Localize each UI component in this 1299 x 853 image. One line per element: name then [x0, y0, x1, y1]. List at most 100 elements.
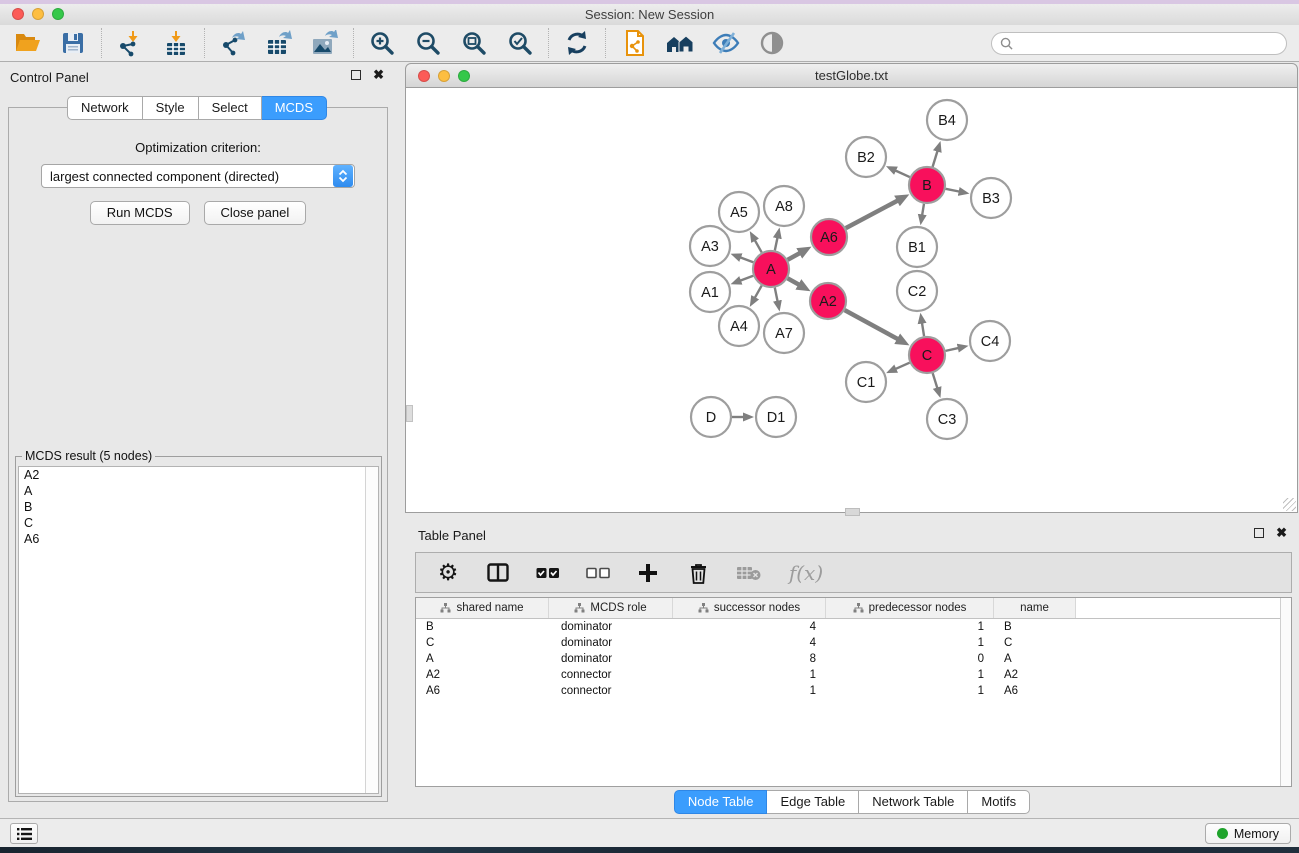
tab-select[interactable]: Select — [199, 96, 262, 120]
table-cell[interactable]: A — [994, 653, 1076, 665]
bottom-splitter-grip[interactable] — [845, 508, 860, 516]
apply-layout-icon[interactable] — [562, 29, 592, 57]
table-cell[interactable]: A2 — [994, 669, 1076, 681]
export-table-icon[interactable] — [264, 29, 294, 57]
search-field[interactable] — [991, 32, 1287, 55]
graph-edge-A-A4[interactable] — [755, 286, 762, 299]
graph-node-A5[interactable]: A5 — [719, 192, 759, 232]
graph-node-D[interactable]: D — [691, 397, 731, 437]
graph-edge-B-B1[interactable] — [922, 204, 924, 216]
table-cell[interactable]: A2 — [416, 669, 549, 681]
table-cell[interactable]: 1 — [673, 685, 826, 697]
node-table[interactable]: shared nameMCDS rolesuccessor nodesprede… — [415, 597, 1292, 787]
mcds-result-item[interactable]: A6 — [19, 531, 378, 547]
tab-node-table[interactable]: Node Table — [674, 790, 768, 814]
open-session-icon[interactable] — [12, 29, 42, 57]
graph-node-B3[interactable]: B3 — [971, 178, 1011, 218]
zoom-out-icon[interactable] — [413, 29, 443, 57]
graph-node-A[interactable]: A — [753, 251, 789, 287]
table-cell[interactable]: 1 — [673, 669, 826, 681]
network-canvas[interactable]: B4B2BB3A8A5A6A3B1AA1C2A2A4A7C4CC1C3DD1 — [405, 88, 1298, 513]
table-cell[interactable]: 8 — [673, 653, 826, 665]
graph-edge-C-C4[interactable] — [946, 348, 959, 351]
task-history-button[interactable] — [10, 823, 38, 844]
graph-node-C2[interactable]: C2 — [897, 271, 937, 311]
graph-edge-A-A1[interactable] — [740, 276, 753, 281]
zoom-selected-icon[interactable] — [505, 29, 535, 57]
table-cell[interactable]: A6 — [994, 685, 1076, 697]
export-network-icon[interactable] — [218, 29, 248, 57]
table-options-icon[interactable]: ⚙ — [435, 560, 461, 586]
table-cell[interactable]: connector — [549, 669, 673, 681]
mcds-result-list[interactable]: A2ABCA6 — [18, 466, 379, 794]
mcds-result-item[interactable]: B — [19, 499, 378, 515]
graph-edge-A-A5[interactable] — [755, 240, 762, 253]
graph-node-C4[interactable]: C4 — [970, 321, 1010, 361]
import-network-icon[interactable] — [115, 29, 145, 57]
tab-network-table[interactable]: Network Table — [859, 790, 968, 814]
show-panel-icon[interactable] — [757, 29, 787, 57]
create-column-icon[interactable] — [635, 560, 661, 586]
graph-node-B1[interactable]: B1 — [897, 227, 937, 267]
zoom-window-button[interactable] — [52, 8, 64, 20]
mcds-result-item[interactable]: C — [19, 515, 378, 531]
table-row[interactable]: A2connector11A2 — [416, 667, 1291, 683]
graph-node-B4[interactable]: B4 — [927, 100, 967, 140]
tab-edge-table[interactable]: Edge Table — [767, 790, 859, 814]
column-header-MCDS-role[interactable]: MCDS role — [549, 598, 673, 618]
graph-node-C1[interactable]: C1 — [846, 362, 886, 402]
graph-node-A2[interactable]: A2 — [810, 283, 846, 319]
float-table-panel-icon[interactable] — [1254, 528, 1264, 538]
tab-network[interactable]: Network — [67, 96, 143, 120]
table-cell[interactable]: B — [994, 621, 1076, 633]
table-cell[interactable]: A6 — [416, 685, 549, 697]
criterion-select[interactable]: largest connected component (directed) — [41, 164, 355, 188]
import-table-icon[interactable] — [161, 29, 191, 57]
minimize-window-button[interactable] — [32, 8, 44, 20]
close-panel-button[interactable]: Close panel — [204, 201, 307, 225]
function-builder-icon[interactable]: f(x) — [785, 560, 827, 586]
graph-node-A1[interactable]: A1 — [690, 272, 730, 312]
graph-node-A8[interactable]: A8 — [764, 186, 804, 226]
clone-network-icon[interactable] — [619, 29, 649, 57]
tab-style[interactable]: Style — [143, 96, 199, 120]
deselect-all-icon[interactable] — [585, 560, 611, 586]
table-cell[interactable]: 4 — [673, 637, 826, 649]
graph-node-A6[interactable]: A6 — [811, 219, 847, 255]
table-cell[interactable]: C — [994, 637, 1076, 649]
graph-node-B2[interactable]: B2 — [846, 137, 886, 177]
hide-panel-icon[interactable] — [711, 29, 741, 57]
table-row[interactable]: A6connector11A6 — [416, 683, 1291, 699]
left-splitter-grip[interactable] — [406, 405, 413, 422]
mcds-result-item[interactable]: A — [19, 483, 378, 499]
column-header-predecessor-nodes[interactable]: predecessor nodes — [826, 598, 994, 618]
close-panel-icon[interactable]: ✖ — [373, 70, 384, 80]
table-cell[interactable]: C — [416, 637, 549, 649]
tab-mcds[interactable]: MCDS — [262, 96, 327, 120]
table-cell[interactable]: dominator — [549, 653, 673, 665]
tab-motifs[interactable]: Motifs — [968, 790, 1030, 814]
table-cell[interactable]: 1 — [826, 669, 994, 681]
graph-edge-C-C1[interactable] — [895, 363, 909, 369]
network-window-titlebar[interactable]: testGlobe.txt — [405, 63, 1298, 88]
table-cell[interactable]: 0 — [826, 653, 994, 665]
show-columns-icon[interactable] — [485, 560, 511, 586]
delete-table-icon[interactable] — [735, 560, 761, 586]
table-cell[interactable]: A — [416, 653, 549, 665]
column-header-successor-nodes[interactable]: successor nodes — [673, 598, 826, 618]
table-cell[interactable]: dominator — [549, 621, 673, 633]
save-session-icon[interactable] — [58, 29, 88, 57]
table-cell[interactable]: 1 — [826, 685, 994, 697]
graph-edge-A2-C[interactable] — [845, 310, 898, 339]
table-scrollbar[interactable] — [1280, 598, 1291, 786]
float-panel-icon[interactable] — [351, 70, 361, 80]
graph-node-B[interactable]: B — [909, 167, 945, 203]
select-all-icon[interactable] — [535, 560, 561, 586]
graph-edge-C-C3[interactable] — [933, 373, 938, 388]
export-image-icon[interactable] — [310, 29, 340, 57]
graph-edge-A6-B[interactable] — [846, 200, 898, 228]
column-header-name[interactable]: name — [994, 598, 1076, 618]
graph-edge-A-A7[interactable] — [775, 288, 778, 302]
table-cell[interactable]: connector — [549, 685, 673, 697]
graph-edge-A-A8[interactable] — [775, 237, 778, 250]
